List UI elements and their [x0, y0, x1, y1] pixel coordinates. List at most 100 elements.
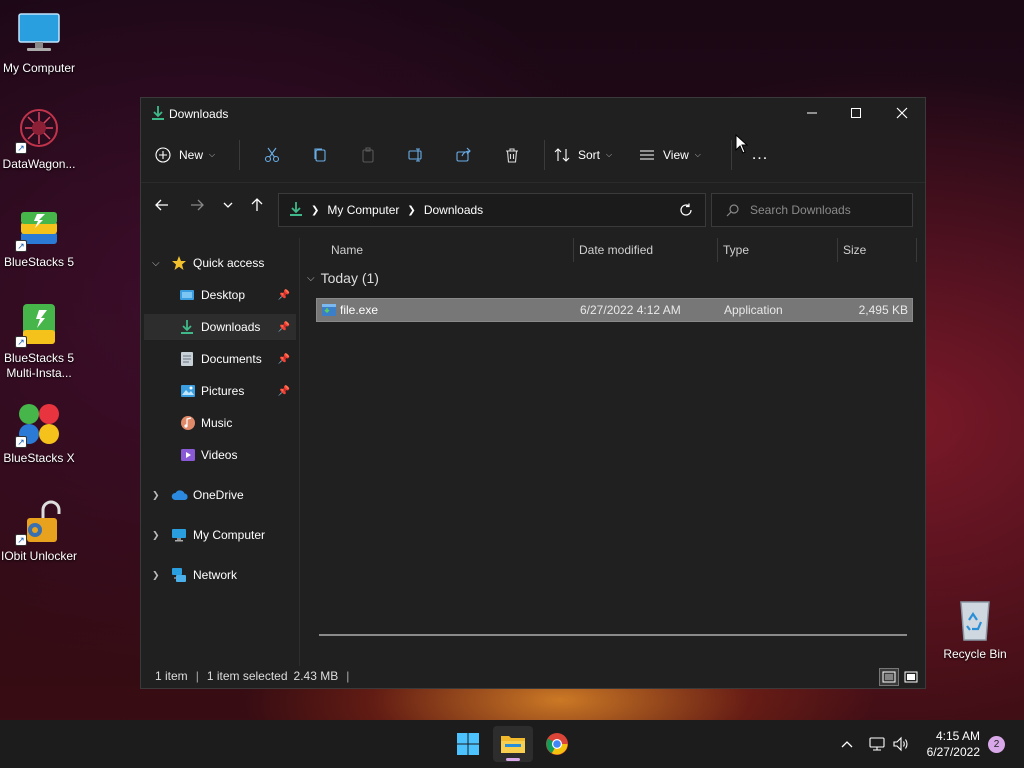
refresh-button[interactable]: [666, 193, 706, 227]
nav-quick-access[interactable]: ⌵ Quick access: [144, 250, 296, 276]
breadcrumb-my-computer[interactable]: My Computer: [327, 203, 399, 217]
desktop-icon-label: BlueStacks 5: [3, 255, 75, 269]
new-button[interactable]: New ⌵: [155, 139, 231, 171]
clipboard-icon: [362, 147, 374, 163]
breadcrumb-downloads[interactable]: Downloads: [424, 203, 483, 217]
nav-item-documents[interactable]: Documents 📌: [144, 346, 296, 372]
volume-tray-button[interactable]: [892, 720, 910, 768]
chrome-icon: [546, 733, 568, 755]
nav-my-computer[interactable]: ❯ My Computer: [144, 522, 296, 548]
sort-button[interactable]: Sort ⌵: [553, 139, 633, 171]
sort-icon: [554, 148, 570, 162]
copy-button[interactable]: [296, 139, 344, 171]
rename-button[interactable]: [392, 139, 440, 171]
large-icons-view-button[interactable]: [901, 668, 921, 686]
desktop-icon-iobit-unlocker[interactable]: ↗ IObit Unlocker: [0, 498, 78, 564]
column-header-name[interactable]: Name: [331, 238, 363, 262]
view-label: View: [663, 148, 689, 162]
clock[interactable]: 4:15 AM 6/27/2022: [927, 728, 980, 760]
minimize-button[interactable]: [789, 98, 835, 128]
table-row[interactable]: file.exe 6/27/2022 4:12 AM Application 2…: [316, 298, 913, 322]
shortcut-arrow-icon: ↗: [15, 142, 27, 154]
taskbar-chrome[interactable]: [537, 726, 577, 762]
breadcrumb-separator-icon: ❯: [407, 204, 416, 216]
taskbar-file-explorer[interactable]: [493, 726, 533, 762]
nav-network[interactable]: ❯ Network: [144, 562, 296, 588]
desktop-icon-bluestacks5[interactable]: ↗ BlueStacks 5: [0, 204, 78, 270]
clock-time: 4:15 AM: [935, 729, 980, 743]
nav-item-videos[interactable]: Videos: [144, 442, 296, 468]
status-item-count: 1 item: [155, 669, 188, 683]
forward-button[interactable]: [187, 195, 207, 215]
nav-item-pictures[interactable]: Pictures 📌: [144, 378, 296, 404]
mouse-cursor-icon: [735, 133, 749, 157]
title-bar[interactable]: Downloads: [141, 98, 925, 128]
new-label: New: [179, 148, 204, 162]
maximize-button[interactable]: [833, 98, 879, 128]
desktop-icon-label: BlueStacks X: [3, 451, 75, 465]
nav-onedrive[interactable]: ❯ OneDrive: [144, 482, 296, 508]
pin-icon[interactable]: 📌: [278, 354, 290, 365]
nav-label: Network: [193, 568, 238, 582]
monitor-icon: [171, 527, 187, 543]
nav-label: Documents: [201, 352, 262, 366]
nav-label: Quick access: [193, 256, 265, 270]
desktop-icon-bluestacks-multi[interactable]: ↗ BlueStacks 5 Multi-Insta...: [0, 300, 78, 381]
column-header-date[interactable]: Date modified: [579, 238, 653, 262]
column-divider[interactable]: [717, 238, 718, 262]
address-row: ❯ My Computer ❯ Downloads: [141, 182, 925, 227]
speaker-icon: [893, 736, 908, 752]
desktop-icon-recycle-bin[interactable]: Recycle Bin: [936, 596, 1014, 662]
cloud-icon: [171, 487, 188, 503]
pin-icon[interactable]: 📌: [278, 290, 290, 301]
search-box[interactable]: [711, 193, 913, 227]
details-view-button[interactable]: [879, 668, 899, 686]
nav-item-music[interactable]: Music: [144, 410, 296, 436]
back-button[interactable]: [152, 195, 172, 215]
up-button[interactable]: [247, 195, 267, 215]
chevron-up-icon: [841, 741, 853, 748]
network-tray-button[interactable]: [868, 720, 886, 768]
notification-badge[interactable]: 2: [988, 736, 1005, 753]
sort-label: Sort: [578, 148, 601, 162]
recent-locations-button[interactable]: [218, 195, 238, 215]
bluestacks-icon: ↗: [15, 204, 63, 252]
window-title: Downloads: [169, 107, 229, 121]
desktop-icon-bluestacks-x[interactable]: ↗ BlueStacks X: [0, 400, 78, 466]
nav-label: My Computer: [193, 528, 266, 542]
pin-icon[interactable]: 📌: [278, 322, 290, 333]
column-divider[interactable]: [837, 238, 838, 262]
horizontal-scrollbar[interactable]: [319, 634, 907, 636]
cut-button[interactable]: [248, 139, 296, 171]
column-divider[interactable]: [916, 238, 917, 262]
paste-button[interactable]: [344, 139, 392, 171]
close-button[interactable]: [879, 98, 925, 128]
close-icon: [896, 107, 908, 119]
chevron-down-icon: ⌵: [694, 150, 701, 159]
start-button[interactable]: [448, 726, 488, 762]
show-hidden-icons-button[interactable]: [840, 720, 854, 768]
chevron-down-icon: ⌵: [209, 150, 216, 159]
group-header-today[interactable]: ⌵ Today (1): [307, 270, 379, 286]
share-button[interactable]: [440, 139, 488, 171]
column-divider[interactable]: [573, 238, 574, 262]
search-input[interactable]: [750, 203, 900, 217]
pin-icon[interactable]: 📌: [278, 386, 290, 397]
nav-item-downloads[interactable]: Downloads 📌: [144, 314, 296, 340]
column-header-size[interactable]: Size: [843, 238, 866, 262]
network-icon: [171, 567, 187, 583]
folder-icon: [501, 736, 525, 753]
toolbar-divider: [239, 140, 240, 170]
desktop-icon-my-computer[interactable]: My Computer: [0, 10, 78, 76]
status-divider: |: [195, 669, 199, 683]
nav-item-desktop[interactable]: Desktop 📌: [144, 282, 296, 308]
toolbar-divider: [544, 140, 545, 170]
column-header-type[interactable]: Type: [723, 238, 749, 262]
address-bar[interactable]: ❯ My Computer ❯ Downloads: [278, 193, 700, 227]
view-button[interactable]: View ⌵: [639, 139, 723, 171]
delete-button[interactable]: [488, 139, 536, 171]
command-bar: New ⌵ Sort ⌵ View ⌵ ...: [141, 132, 925, 178]
desktop-icon-datawagon[interactable]: ↗ DataWagon...: [0, 106, 78, 172]
arrow-right-icon: [191, 199, 204, 211]
recycle-bin-icon: [951, 596, 999, 644]
